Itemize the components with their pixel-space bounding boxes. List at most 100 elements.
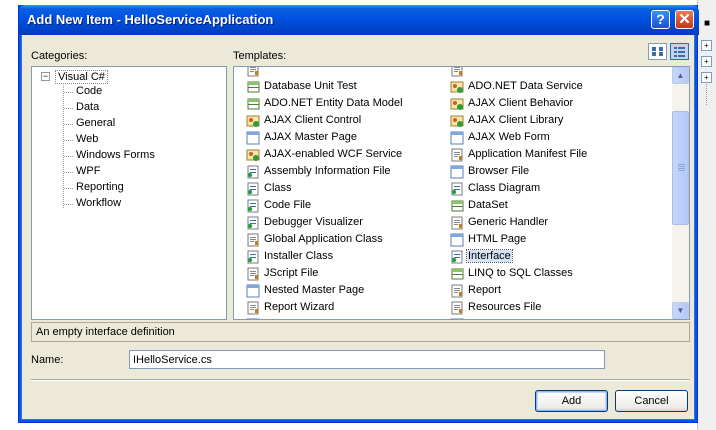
- template-item-label: Class Diagram: [468, 182, 541, 194]
- template-item-label: AJAX Web Form: [468, 131, 550, 143]
- template-item-label: Nested Master Page: [264, 284, 365, 296]
- template-item-label: Code File: [264, 199, 312, 211]
- categories-label: Categories:: [31, 50, 88, 62]
- master-page-icon: [246, 131, 261, 145]
- report-icon: [450, 284, 465, 298]
- template-item-label: Application Manifest File: [468, 148, 588, 160]
- background-icon: ■: [704, 18, 711, 29]
- add-new-item-dialog: Add New Item - HelloServiceApplication ?…: [18, 5, 699, 423]
- close-button[interactable]: ✕: [675, 10, 694, 29]
- expand-icon: +: [701, 56, 712, 67]
- template-item-label: Installer Class: [264, 250, 334, 262]
- template-item-label: Debugger Visualizer: [264, 216, 363, 228]
- template-item-label: DataSet: [468, 199, 508, 211]
- tree-item-label: Workflow: [76, 197, 122, 209]
- global-app-icon: [246, 233, 261, 247]
- database-test-icon: [246, 80, 261, 94]
- nested-master-icon: [246, 284, 261, 298]
- jscript-icon: [246, 267, 261, 281]
- tree-item-label: Reporting: [76, 181, 124, 193]
- wcf-service-icon: [246, 148, 261, 162]
- template-item-label: Class: [264, 182, 292, 194]
- tree-line: [706, 82, 707, 106]
- title-bar[interactable]: Add New Item - HelloServiceApplication ?…: [19, 5, 699, 35]
- large-icons-view-button[interactable]: [648, 43, 667, 60]
- template-item-label: Report Wizard: [264, 301, 335, 313]
- generic-handler-icon: [450, 216, 465, 230]
- template-item-label: LINQ to SQL Classes: [468, 267, 573, 279]
- template-item-label: Generic Handler: [468, 216, 549, 228]
- name-label: Name:: [31, 354, 64, 366]
- ajax-library-icon: [450, 114, 465, 128]
- large-icons-icon: [652, 47, 663, 56]
- tree-item-label: Web: [76, 133, 99, 145]
- tree-item-label: General: [76, 117, 116, 129]
- class-icon: [246, 182, 261, 196]
- templates-list[interactable]: Database Unit Test ADO.NET Entity Data Mo…: [233, 66, 690, 320]
- tree-item-label: WPF: [76, 165, 101, 177]
- assembly-info-icon: [246, 165, 261, 179]
- dataset-icon: [450, 199, 465, 213]
- template-item-label: Interface: [466, 249, 513, 263]
- manifest-icon: [450, 148, 465, 162]
- data-service-icon: [450, 80, 465, 94]
- template-item-label: AJAX Client Library: [468, 114, 564, 126]
- scroll-down-button[interactable]: ▼: [672, 302, 689, 319]
- description-box: An empty interface definition: [31, 322, 690, 342]
- template-item-label: Database Unit Test: [264, 80, 357, 92]
- template-item-label: Resources File: [468, 301, 542, 313]
- template-icon: [450, 67, 465, 77]
- report-wizard-icon: [246, 301, 261, 315]
- debugger-icon: [246, 216, 261, 230]
- template-item-label: Site Map: [263, 318, 308, 319]
- categories-tree[interactable]: − Visual C# Code Data General Web Window…: [31, 66, 227, 320]
- entity-model-icon: [246, 97, 261, 111]
- resources-icon: [450, 301, 465, 315]
- template-item-label: AJAX-enabled WCF Service: [264, 148, 403, 160]
- template-item-label: HTML Page: [468, 233, 527, 245]
- web-form-icon: [450, 131, 465, 145]
- tree-item-visual-csharp[interactable]: Visual C#: [55, 70, 108, 84]
- expand-icon: +: [701, 40, 712, 51]
- tree-line: [63, 85, 64, 209]
- add-button[interactable]: Add: [535, 390, 608, 412]
- template-item-label: AJAX Client Control: [264, 114, 362, 126]
- template-item-label: Browser File: [468, 165, 530, 177]
- tree-item-label: Data: [76, 101, 100, 113]
- small-icons-view-button[interactable]: [670, 43, 689, 60]
- template-description: An empty interface definition: [36, 326, 175, 338]
- interface-icon: [450, 250, 465, 264]
- template-item-label: AJAX Client Behavior: [468, 97, 574, 109]
- name-input[interactable]: [129, 350, 605, 369]
- template-item-label: Skin File: [467, 318, 511, 319]
- background-ide-panel: ■ + + +: [697, 0, 716, 430]
- scroll-up-button[interactable]: ▲: [672, 67, 689, 84]
- html-page-icon: [450, 233, 465, 247]
- help-button[interactable]: ?: [651, 10, 670, 29]
- class-diagram-icon: [450, 182, 465, 196]
- ajax-behavior-icon: [450, 97, 465, 111]
- template-item-label: JScript File: [264, 267, 319, 279]
- linq-icon: [450, 267, 465, 281]
- template-item-label: AJAX Master Page: [264, 131, 357, 143]
- cancel-button[interactable]: Cancel: [615, 390, 688, 412]
- scroll-thumb[interactable]: [672, 111, 689, 225]
- separator: [31, 379, 690, 381]
- skin-file-icon: [450, 318, 465, 319]
- tree-item-label: Windows Forms: [76, 149, 155, 161]
- template-icon: [246, 67, 261, 77]
- ajax-control-icon: [246, 114, 261, 128]
- template-item-label: Global Application Class: [264, 233, 383, 245]
- templates-label: Templates:: [233, 50, 287, 62]
- small-icons-icon: [674, 47, 685, 57]
- code-file-icon: [246, 199, 261, 213]
- template-item-label: Assembly Information File: [264, 165, 391, 177]
- collapse-icon[interactable]: −: [41, 72, 50, 81]
- sitemap-icon: [246, 318, 261, 319]
- window-title: Add New Item - HelloServiceApplication: [27, 12, 274, 27]
- template-item-label: ADO.NET Data Service: [468, 80, 583, 92]
- installer-icon: [246, 250, 261, 264]
- templates-scrollbar[interactable]: ▲ ▼: [672, 67, 689, 319]
- browser-file-icon: [450, 165, 465, 179]
- template-item-label: ADO.NET Entity Data Model: [264, 97, 403, 109]
